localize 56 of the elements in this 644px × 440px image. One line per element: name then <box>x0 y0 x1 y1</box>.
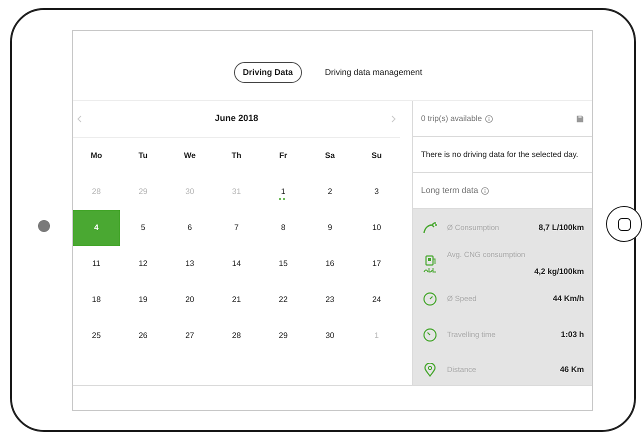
month-title: June 2018 <box>214 112 258 126</box>
fuel-pump-icon <box>421 254 439 272</box>
calendar-day[interactable]: 9 <box>306 210 354 246</box>
weekday-label: Su <box>370 150 383 162</box>
section-title: Long term data <box>421 184 478 197</box>
calendar-day[interactable]: 18 <box>73 282 120 318</box>
camera-dot <box>38 220 50 232</box>
weekday-label: Th <box>230 150 242 162</box>
stat-value: 8,7 L/100km <box>538 222 584 234</box>
stat-value: 46 Km <box>560 364 584 376</box>
calendar-day[interactable]: 3 <box>353 174 400 210</box>
home-button[interactable] <box>606 206 642 242</box>
calendar-day[interactable]: 11 <box>73 246 120 282</box>
speedometer-icon <box>421 292 439 306</box>
calendar-day[interactable]: 28 <box>213 318 260 354</box>
no-data-message: There is no driving data for the selected day. <box>421 148 578 160</box>
tab[interactable]: Driving data management <box>316 62 432 83</box>
calendar-day[interactable]: 7 <box>213 210 260 246</box>
calendar-day[interactable]: 27 <box>166 318 214 354</box>
calendar-day[interactable]: 15 <box>260 246 307 282</box>
calendar-day[interactable]: 20 <box>166 282 214 318</box>
weekday-label: Mo <box>90 150 104 162</box>
calendar-day[interactable]: 2 <box>306 174 354 210</box>
calendar-day[interactable]: 12 <box>120 246 166 282</box>
calendar-day[interactable]: 26 <box>120 318 166 354</box>
weekday-label: We <box>182 150 197 162</box>
stat-value: 44 Km/h <box>552 293 584 305</box>
info-icon[interactable] <box>481 186 490 194</box>
save-icon[interactable] <box>576 114 584 122</box>
calendar-day[interactable]: 21 <box>213 282 260 318</box>
calendar-day[interactable]: 5 <box>120 210 166 246</box>
stat-value: 1:03 h <box>560 328 584 340</box>
calendar-day[interactable]: 1 <box>260 174 307 210</box>
weekday-label: Tu <box>137 150 149 162</box>
calendar-day[interactable]: 19 <box>120 282 166 318</box>
calendar-day[interactable]: 13 <box>166 246 214 282</box>
info-icon[interactable] <box>484 114 493 122</box>
calendar-day[interactable]: 29 <box>260 318 307 354</box>
calendar-day[interactable]: 23 <box>306 282 354 318</box>
calendar-day[interactable]: 17 <box>353 246 400 282</box>
calendar-day[interactable]: 24 <box>353 282 400 318</box>
calendar-day[interactable]: 22 <box>260 282 307 318</box>
trips-count: 0 trip(s) available <box>421 112 482 124</box>
calendar-day[interactable]: 6 <box>166 210 214 246</box>
clock-icon <box>421 328 439 342</box>
fuel-nozzle-icon <box>421 221 439 235</box>
stat-value: 4,2 kg/100km <box>534 266 584 278</box>
calendar-day[interactable]: 16 <box>306 246 354 282</box>
tab[interactable]: Driving Data <box>234 62 302 83</box>
calendar-day[interactable]: 25 <box>73 318 120 354</box>
weekday-label: Fr <box>278 150 288 162</box>
calendar-day[interactable]: 14 <box>213 246 260 282</box>
calendar-day[interactable]: 8 <box>260 210 307 246</box>
weekday-label: Sa <box>324 150 336 162</box>
calendar-day[interactable]: 10 <box>353 210 400 246</box>
calendar-day[interactable]: 30 <box>306 318 354 354</box>
